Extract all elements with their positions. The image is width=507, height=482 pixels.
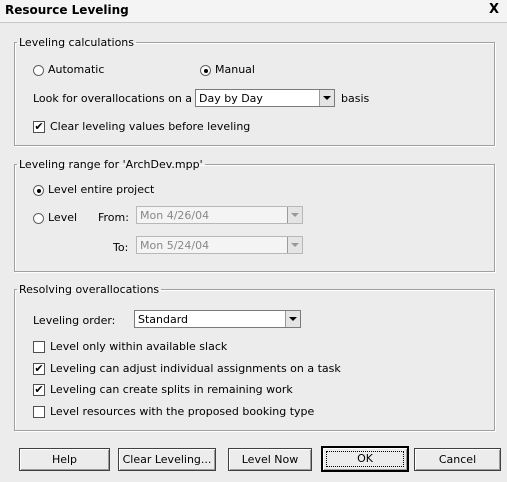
close-button[interactable]: X [487, 2, 501, 18]
chevron-down-icon[interactable] [287, 237, 302, 253]
clear-leveling-values-checkbox[interactable]: ✔ [33, 121, 45, 133]
leveling-order-select[interactable]: Standard [134, 310, 301, 328]
option-label-adjust-assignments[interactable]: Leveling can adjust individual assignmen… [50, 362, 341, 375]
level-now-button[interactable]: Level Now [228, 448, 312, 471]
to-date-picker[interactable]: Mon 5/24/04 [136, 236, 303, 254]
to-label: To: [113, 241, 129, 254]
option-checkbox-booking-type[interactable] [33, 406, 45, 418]
look-for-overallocations-label: Look for overallocations on a [33, 92, 193, 105]
level-range-radio[interactable] [33, 213, 44, 224]
from-date-value: Mon 4/26/04 [140, 209, 210, 222]
leveling-order-value: Standard [138, 313, 189, 326]
dialog-title: Resource Leveling [5, 3, 129, 17]
level-entire-project-radio[interactable] [33, 185, 44, 196]
resolving-overallocations-legend: Resolving overallocations [19, 283, 160, 296]
cancel-button[interactable]: Cancel [414, 448, 501, 471]
option-checkbox-create-splits[interactable]: ✔ [33, 384, 45, 396]
ok-button[interactable]: OK [321, 446, 409, 472]
manual-radio[interactable] [200, 65, 211, 76]
ok-button-label: OK [357, 452, 373, 465]
from-label: From: [98, 211, 129, 224]
option-label-slack[interactable]: Level only within available slack [50, 340, 227, 353]
chevron-down-icon[interactable] [285, 311, 300, 327]
from-date-picker[interactable]: Mon 4/26/04 [136, 206, 303, 224]
chevron-down-icon[interactable] [319, 90, 334, 106]
title-bar: Resource Leveling X [0, 0, 507, 23]
option-label-booking-type[interactable]: Level resources with the proposed bookin… [50, 405, 314, 418]
help-button[interactable]: Help [19, 448, 110, 471]
level-entire-project-label[interactable]: Level entire project [48, 183, 154, 196]
automatic-radio[interactable] [33, 65, 44, 76]
manual-label[interactable]: Manual [215, 63, 255, 76]
basis-value: Day by Day [199, 92, 263, 105]
option-checkbox-slack[interactable] [33, 341, 45, 353]
clear-leveling-button[interactable]: Clear Leveling... [118, 448, 216, 471]
option-checkbox-adjust-assignments[interactable]: ✔ [33, 363, 45, 375]
automatic-label[interactable]: Automatic [48, 63, 104, 76]
level-range-label[interactable]: Level [48, 211, 77, 224]
leveling-range-legend: Leveling range for 'ArchDev.mpp' [19, 158, 203, 171]
chevron-down-icon[interactable] [287, 207, 302, 223]
option-label-create-splits[interactable]: Leveling can create splits in remaining … [50, 383, 293, 396]
clear-leveling-values-label[interactable]: Clear leveling values before leveling [50, 120, 250, 133]
basis-select[interactable]: Day by Day [195, 89, 335, 107]
leveling-calculations-legend: Leveling calculations [19, 36, 135, 49]
resource-leveling-dialog: Resource Leveling X Leveling calculation… [0, 0, 507, 482]
basis-suffix-label: basis [341, 92, 370, 105]
to-date-value: Mon 5/24/04 [140, 239, 210, 252]
leveling-order-label: Leveling order: [33, 314, 116, 327]
